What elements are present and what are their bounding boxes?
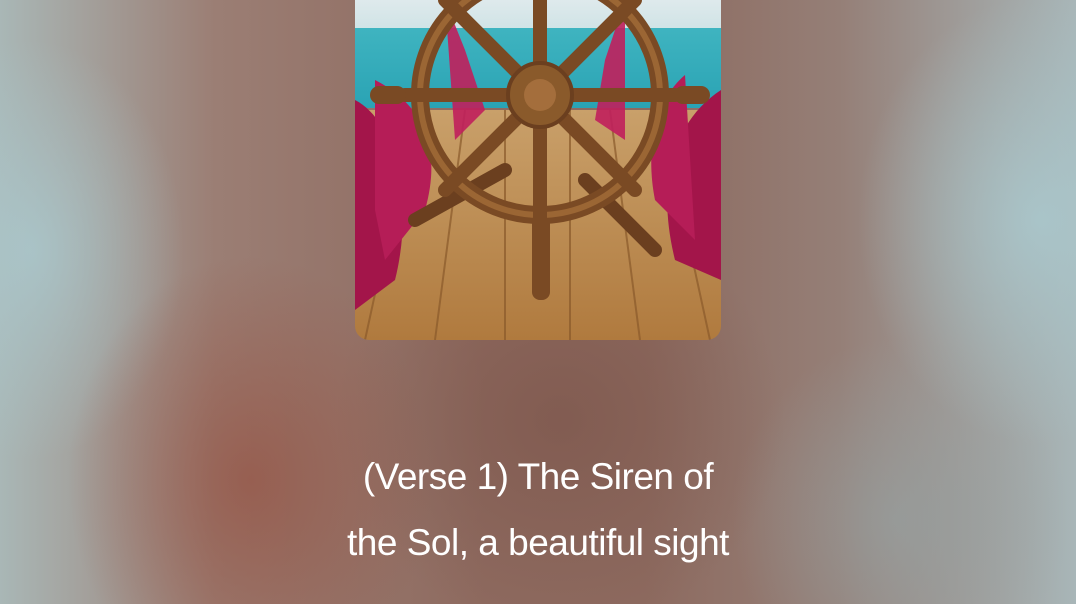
album-artwork[interactable] (355, 0, 721, 340)
lyric-line-next: the Sol, a beautiful sight (347, 522, 729, 563)
lyric-line-current: (Verse 1) The Siren of (362, 456, 714, 497)
ship-wheel-icon (355, 0, 721, 340)
